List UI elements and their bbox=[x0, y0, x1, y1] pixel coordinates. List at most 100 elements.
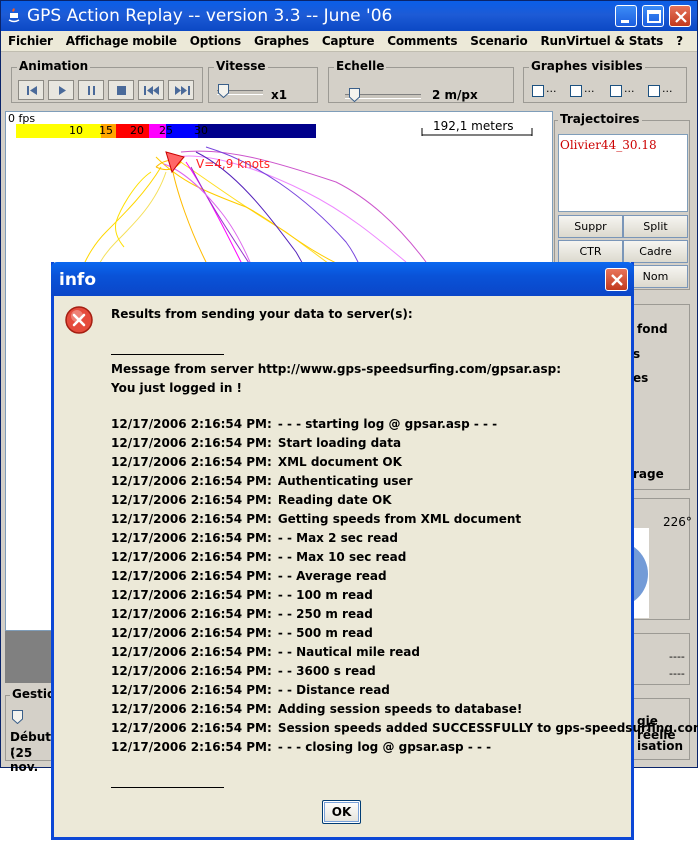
log-line: 12/17/2006 2:16:54 PM: Adding session spe… bbox=[111, 701, 522, 717]
log-message: Start loading data bbox=[277, 436, 402, 450]
menu-options[interactable]: Options bbox=[183, 31, 247, 48]
log-line: 12/17/2006 2:16:54 PM: - - 500 m read bbox=[111, 625, 373, 641]
fast-forward-icon bbox=[175, 86, 190, 95]
echelle-label: Echelle bbox=[334, 59, 387, 73]
cadre-button[interactable]: Cadre bbox=[623, 240, 688, 263]
window-title: GPS Action Replay -- version 3.3 -- June… bbox=[27, 6, 393, 26]
info-dialog-close-button[interactable] bbox=[605, 268, 628, 291]
menu-fichier[interactable]: Fichier bbox=[1, 31, 59, 48]
animation-label: Animation bbox=[17, 59, 91, 73]
echelle-slider-thumb[interactable] bbox=[349, 88, 360, 102]
log-timestamp: 12/17/2006 2:16:54 PM: bbox=[111, 645, 272, 659]
graph-checkbox-4-label: ... bbox=[662, 82, 673, 95]
menu-capture[interactable]: Capture bbox=[315, 31, 380, 48]
menu-affichage-mobile[interactable]: Affichage mobile bbox=[59, 31, 183, 48]
dialog-header: Results from sending your data to server… bbox=[111, 307, 413, 321]
log-timestamp: 12/17/2006 2:16:54 PM: bbox=[111, 626, 272, 640]
graph-checkbox-4[interactable] bbox=[648, 85, 660, 97]
log-timestamp: 12/17/2006 2:16:54 PM: bbox=[111, 512, 272, 526]
log-message: Getting speeds from XML document bbox=[277, 512, 522, 526]
log-message: Authenticating user bbox=[277, 474, 413, 488]
ctr-button[interactable]: CTR bbox=[558, 240, 623, 263]
partial-fond-label: fond bbox=[637, 322, 668, 336]
log-timestamp: 12/17/2006 2:16:54 PM: bbox=[111, 436, 272, 450]
menu-comments[interactable]: Comments bbox=[380, 31, 463, 48]
close-icon bbox=[611, 274, 623, 286]
gestion-group: Gestion Début : (25 nov. bbox=[5, 687, 66, 774]
fast-forward-button[interactable] bbox=[168, 80, 194, 100]
graphes-visibles-label: Graphes visibles bbox=[529, 59, 645, 73]
vitesse-slider-thumb[interactable] bbox=[218, 84, 229, 98]
graph-checkbox-1[interactable] bbox=[532, 85, 544, 97]
vitesse-value: x1 bbox=[271, 88, 288, 102]
pause-button[interactable] bbox=[78, 80, 104, 100]
log-line: 12/17/2006 2:16:54 PM: - - Distance read bbox=[111, 682, 390, 698]
info-dialog-title: info bbox=[59, 270, 97, 290]
suppr-button[interactable]: Suppr bbox=[558, 215, 623, 238]
log-timestamp: 12/17/2006 2:16:54 PM: bbox=[111, 683, 272, 697]
log-timestamp: 12/17/2006 2:16:54 PM: bbox=[111, 569, 272, 583]
menu-scenario[interactable]: Scenario bbox=[463, 31, 533, 48]
trajectory-item[interactable]: Olivier44_30.18 bbox=[560, 138, 657, 152]
maximize-button[interactable] bbox=[642, 5, 664, 27]
vitesse-label: Vitesse bbox=[214, 59, 268, 73]
log-timestamp: 12/17/2006 2:16:54 PM: bbox=[111, 740, 272, 754]
log-message: - - Nautical mile read bbox=[277, 645, 420, 659]
log-timestamp: 12/17/2006 2:16:54 PM: bbox=[111, 721, 272, 735]
log-message: - - 500 m read bbox=[277, 626, 373, 640]
java-app-icon bbox=[8, 8, 20, 23]
log-message: - - Max 10 sec read bbox=[277, 550, 407, 564]
close-button[interactable] bbox=[669, 5, 691, 27]
log-message: Reading date OK bbox=[277, 493, 392, 507]
log-line: 12/17/2006 2:16:54 PM: XML document OK bbox=[111, 454, 402, 470]
animation-group: Animation bbox=[11, 59, 203, 103]
ok-button[interactable]: OK bbox=[322, 800, 361, 824]
play-button[interactable] bbox=[48, 80, 74, 100]
graph-checkbox-3-label: ... bbox=[624, 82, 635, 95]
log-message: - - Average read bbox=[277, 569, 387, 583]
fast-rewind-button[interactable] bbox=[138, 80, 164, 100]
graph-checkbox-2-label: ... bbox=[584, 82, 595, 95]
partial-rage-label: rage bbox=[633, 467, 664, 481]
minimize-icon bbox=[621, 20, 629, 23]
minimize-button[interactable] bbox=[615, 5, 637, 27]
split-button[interactable]: Split bbox=[623, 215, 688, 238]
log-line: 12/17/2006 2:16:54 PM: - - - starting log… bbox=[111, 416, 497, 432]
close-icon bbox=[675, 11, 687, 23]
log-line: 12/17/2006 2:16:54 PM: - - Max 2 sec read bbox=[111, 530, 398, 546]
log-timestamp: 12/17/2006 2:16:54 PM: bbox=[111, 417, 272, 431]
log-line: 12/17/2006 2:16:54 PM: - - 100 m read bbox=[111, 587, 373, 603]
log-message: - - - starting log @ gpsar.asp - - - bbox=[277, 417, 498, 431]
log-timestamp: 12/17/2006 2:16:54 PM: bbox=[111, 607, 272, 621]
log-message: - - 250 m read bbox=[277, 607, 373, 621]
menu-help[interactable]: ? bbox=[669, 31, 689, 48]
rewind-button[interactable] bbox=[18, 80, 44, 100]
graph-checkbox-3[interactable] bbox=[610, 85, 622, 97]
log-line: 12/17/2006 2:16:54 PM: - - Nautical mile … bbox=[111, 644, 420, 660]
log-message: Adding session speeds to database! bbox=[277, 702, 523, 716]
log-message: - - 3600 s read bbox=[277, 664, 376, 678]
log-timestamp: 12/17/2006 2:16:54 PM: bbox=[111, 455, 272, 469]
log-line: 12/17/2006 2:16:54 PM: Authenticating use… bbox=[111, 473, 413, 489]
trajectory-list[interactable]: Olivier44_30.18 bbox=[558, 134, 688, 212]
graph-checkbox-1-label: ... bbox=[546, 82, 557, 95]
log-line: 12/17/2006 2:16:54 PM: - - Average read bbox=[111, 568, 387, 584]
log-line: 12/17/2006 2:16:54 PM: - - 250 m read bbox=[111, 606, 373, 622]
log-message: - - 100 m read bbox=[277, 588, 373, 602]
title-bar[interactable]: GPS Action Replay -- version 3.3 -- June… bbox=[1, 1, 697, 31]
maximize-icon bbox=[647, 10, 661, 23]
menu-runvirtuel-stats[interactable]: RunVirtuel & Stats bbox=[534, 31, 670, 48]
log-line: 12/17/2006 2:16:54 PM: - - 3600 s read bbox=[111, 663, 376, 679]
gestion-slider-thumb[interactable] bbox=[12, 710, 23, 724]
separator-bottom bbox=[111, 787, 224, 788]
graph-checkbox-2[interactable] bbox=[570, 85, 582, 97]
graph-strip bbox=[5, 631, 53, 683]
menu-graphes[interactable]: Graphes bbox=[247, 31, 315, 48]
menu-bar: Fichier Affichage mobile Options Graphes Cap… bbox=[1, 31, 697, 52]
stop-icon bbox=[117, 86, 126, 95]
echelle-value: 2 m/px bbox=[432, 88, 478, 102]
stop-button[interactable] bbox=[108, 80, 134, 100]
error-icon bbox=[65, 306, 93, 334]
info-dialog-titlebar[interactable]: info bbox=[51, 262, 634, 296]
graphes-visibles-group: Graphes visibles ... ... ... ... bbox=[523, 59, 687, 103]
